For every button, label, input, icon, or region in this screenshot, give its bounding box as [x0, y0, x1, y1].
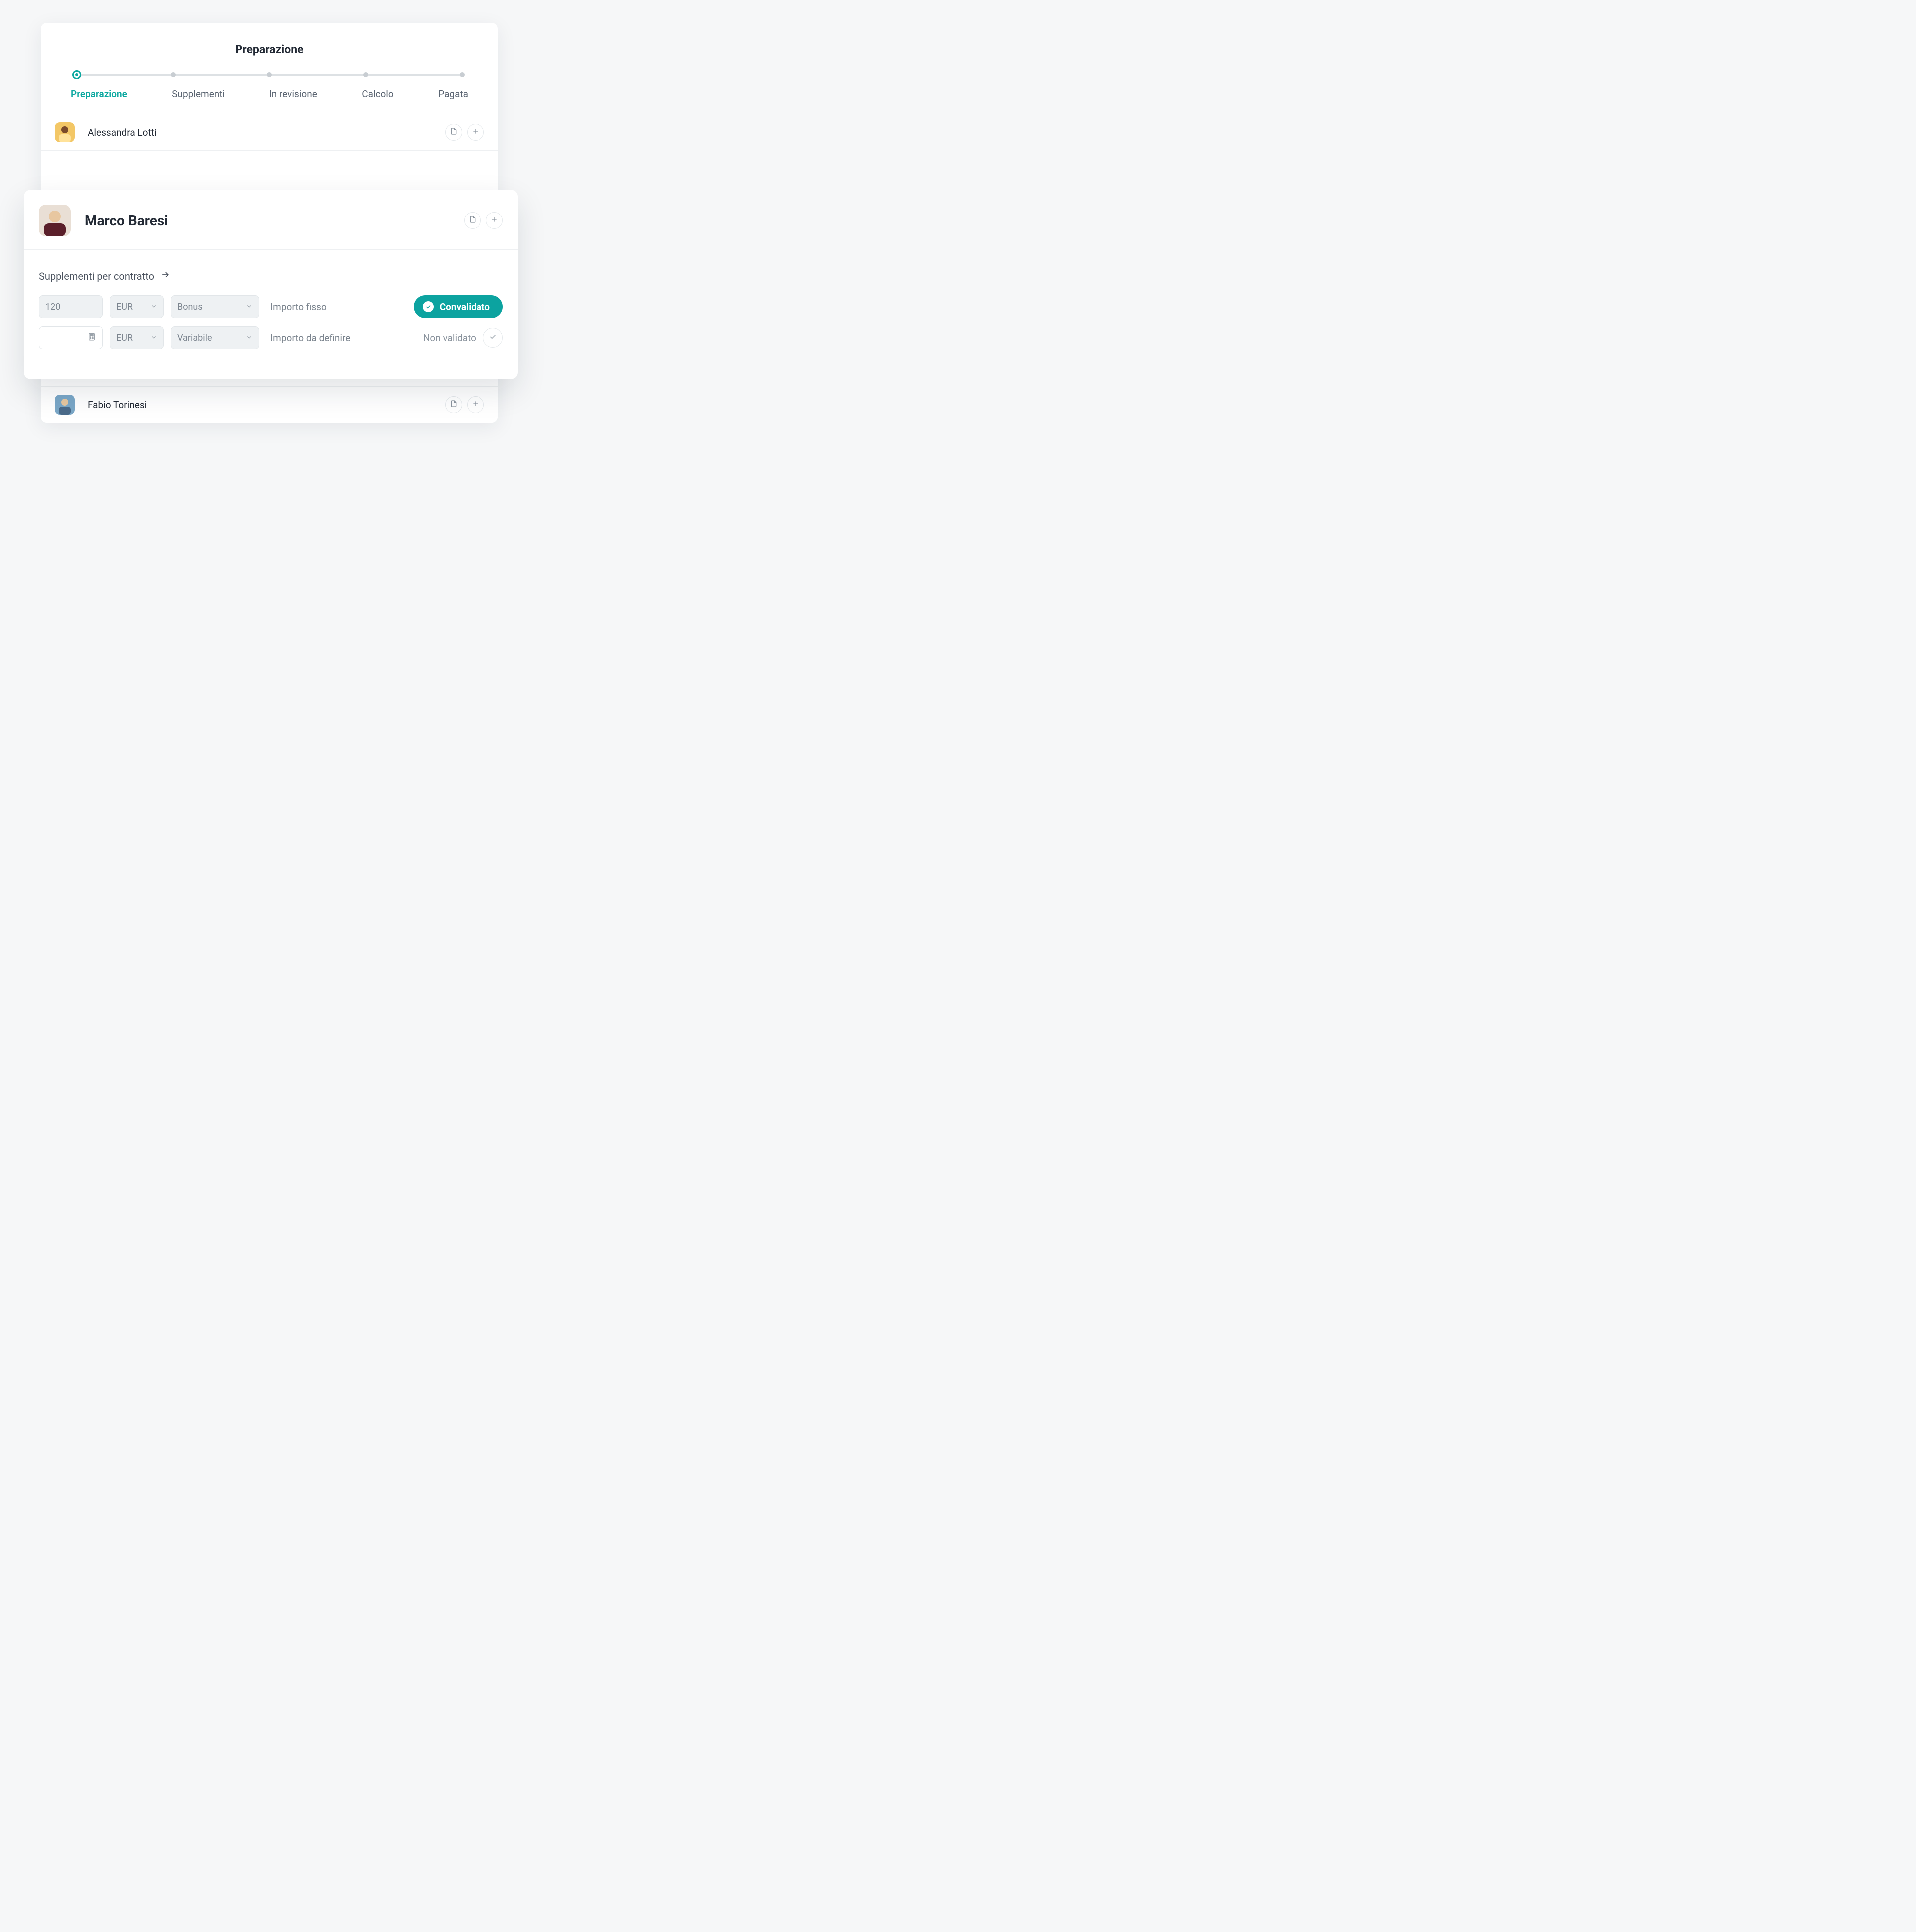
arrow-right-icon	[160, 270, 170, 282]
document-icon	[450, 400, 458, 410]
step-label-5[interactable]: Pagata	[438, 88, 468, 100]
employee-detail-card: Marco Baresi Supplementi per contratto	[24, 190, 518, 379]
supplements-link[interactable]: Supplementi per contratto	[39, 270, 503, 282]
chevron-down-icon	[246, 302, 253, 312]
document-icon	[450, 127, 458, 137]
employee-name: Fabio Torinesi	[88, 399, 445, 411]
chevron-down-icon	[150, 333, 157, 343]
amount-input[interactable]: 120	[39, 295, 103, 318]
validate-button[interactable]	[483, 328, 503, 348]
type-value: Variabile	[177, 333, 212, 343]
employee-row[interactable]: Alessandra Lotti	[41, 114, 498, 150]
type-select[interactable]: Bonus	[171, 295, 259, 318]
employee-name: Marco Baresi	[85, 213, 464, 229]
document-button[interactable]	[445, 396, 462, 413]
avatar	[55, 395, 75, 415]
progress-node-2[interactable]	[171, 72, 176, 77]
validated-pill[interactable]: Convalidato	[414, 295, 503, 318]
document-icon	[469, 215, 477, 225]
progress-bar	[77, 70, 462, 79]
type-value: Bonus	[177, 302, 203, 312]
avatar	[55, 122, 75, 142]
chevron-down-icon	[246, 333, 253, 343]
not-validated-label: Non validato	[423, 332, 476, 344]
step-label-1[interactable]: Preparazione	[71, 88, 127, 100]
amount-value: 120	[45, 302, 60, 312]
plus-icon	[472, 400, 479, 410]
document-button[interactable]	[445, 124, 462, 141]
document-button[interactable]	[464, 212, 481, 229]
employee-name: Alessandra Lotti	[88, 127, 445, 138]
calculator-icon	[87, 332, 96, 344]
step-label-3[interactable]: In revisione	[269, 88, 317, 100]
avatar	[39, 205, 71, 236]
check-icon	[423, 301, 434, 312]
add-button[interactable]	[486, 212, 503, 229]
progress-node-4[interactable]	[363, 72, 368, 77]
progress-node-1[interactable]	[72, 70, 81, 79]
supplement-label: Importo da definire	[270, 332, 375, 344]
card-title: Preparazione	[41, 23, 498, 70]
currency-value: EUR	[116, 333, 133, 343]
chevron-down-icon	[150, 302, 157, 312]
plus-icon	[472, 127, 479, 137]
progress-node-3[interactable]	[267, 72, 272, 77]
progress-node-5[interactable]	[460, 72, 465, 77]
amount-input[interactable]	[39, 326, 103, 349]
supplement-label: Importo fisso	[270, 301, 375, 313]
add-button[interactable]	[467, 124, 484, 141]
currency-select[interactable]: EUR	[110, 326, 164, 349]
validated-label: Convalidato	[440, 301, 490, 313]
step-labels: Preparazione Supplementi In revisione Ca…	[71, 88, 468, 100]
step-label-2[interactable]: Supplementi	[172, 88, 225, 100]
step-label-4[interactable]: Calcolo	[362, 88, 394, 100]
plus-icon	[490, 215, 498, 225]
currency-value: EUR	[116, 302, 133, 312]
type-select[interactable]: Variabile	[171, 326, 259, 349]
employee-row[interactable]: Fabio Torinesi	[41, 386, 498, 423]
supplement-row: EUR Variabile Importo da definire Non va…	[39, 326, 503, 349]
add-button[interactable]	[467, 396, 484, 413]
supplement-row: 120 EUR Bonus Importo fisso Convalidato	[39, 295, 503, 318]
supplements-link-label: Supplementi per contratto	[39, 270, 154, 282]
check-icon	[489, 333, 497, 343]
currency-select[interactable]: EUR	[110, 295, 164, 318]
